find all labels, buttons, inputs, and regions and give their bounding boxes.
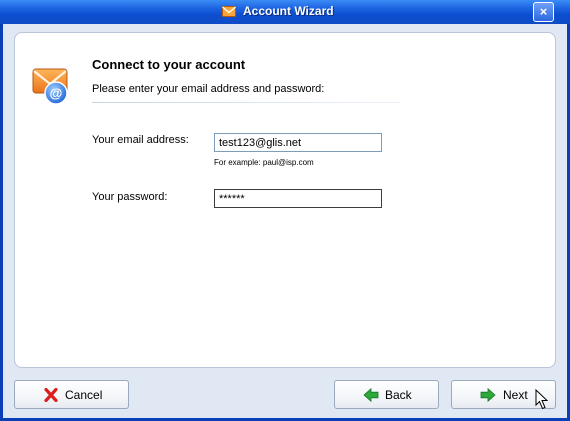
envelope-icon — [222, 6, 236, 17]
title-bar[interactable]: Account Wizard × — [0, 0, 570, 25]
close-icon: × — [539, 4, 548, 19]
email-field[interactable] — [214, 133, 382, 152]
email-at-icon: @ — [32, 68, 68, 105]
password-label: Your password: — [92, 191, 168, 203]
email-hint: For example: paul@isp.com — [214, 158, 314, 167]
password-field[interactable] — [214, 189, 382, 208]
green-back-arrow-icon — [363, 388, 379, 402]
red-x-icon — [44, 388, 58, 402]
next-button[interactable]: Next — [451, 380, 556, 409]
account-wizard-window: Account Wizard × @ Connect to your accou… — [0, 0, 570, 421]
page-title: Connect to your account — [92, 57, 246, 72]
cancel-label: Cancel — [65, 388, 103, 402]
email-label: Your email address: — [92, 134, 189, 146]
page-subtitle: Please enter your email address and pass… — [92, 83, 325, 95]
header-divider — [92, 102, 400, 103]
close-button[interactable]: × — [533, 2, 554, 22]
cancel-button[interactable]: Cancel — [14, 380, 129, 409]
svg-text:@: @ — [50, 86, 63, 101]
back-button[interactable]: Back — [334, 380, 439, 409]
back-label: Back — [385, 388, 412, 402]
green-next-arrow-icon — [480, 388, 496, 402]
next-label: Next — [503, 388, 528, 402]
window-title: Account Wizard — [243, 4, 334, 18]
